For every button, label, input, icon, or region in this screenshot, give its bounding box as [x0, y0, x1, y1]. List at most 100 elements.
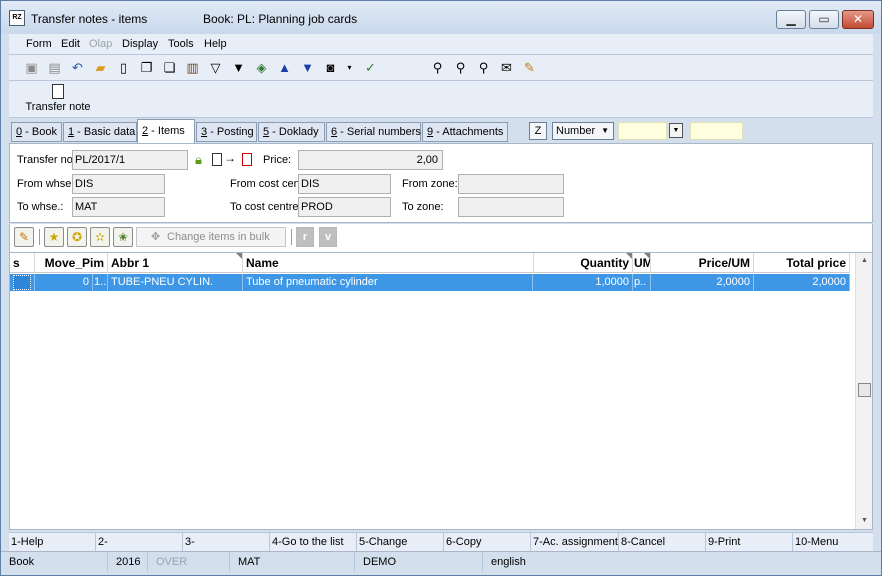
- from-zone-field[interactable]: [458, 174, 564, 194]
- minimize-button[interactable]: ▁: [776, 10, 806, 29]
- table-row[interactable]: 0 1... TUBE-PNEU CYLIN. Tube of pneumati…: [10, 274, 850, 291]
- col-um[interactable]: UM: [633, 253, 651, 273]
- search-field[interactable]: [618, 122, 667, 140]
- menu-tools[interactable]: Tools: [168, 38, 194, 50]
- new-document-icon[interactable]: ▯: [115, 59, 132, 76]
- scroll-thumb[interactable]: [858, 383, 871, 397]
- find-all-icon[interactable]: ⚲: [475, 59, 492, 76]
- col-s[interactable]: s: [10, 253, 35, 273]
- tab-book[interactable]: 0 - Book: [11, 122, 62, 142]
- menu-help[interactable]: Help: [204, 38, 227, 50]
- edit-item-button[interactable]: ✎: [14, 227, 34, 247]
- from-whse-field[interactable]: DIS: [72, 174, 165, 194]
- star-plus-icon: ✪: [71, 230, 83, 244]
- fkey-cancel[interactable]: 8-Cancel: [619, 533, 706, 552]
- fkey-2[interactable]: 2-: [96, 533, 183, 552]
- menu-bar: Form Edit Olap Display Tools Help: [9, 34, 873, 55]
- menu-edit[interactable]: Edit: [61, 38, 80, 50]
- change-items-in-bulk-button[interactable]: ✥ Change items in bulk: [136, 227, 286, 247]
- tab-posting[interactable]: 3 - Posting: [196, 122, 257, 142]
- menu-olap[interactable]: Olap: [89, 38, 112, 50]
- fkey-ac-assignment[interactable]: 7-Ac. assignment: [531, 533, 619, 552]
- z-button[interactable]: Z: [529, 122, 547, 140]
- price-field[interactable]: 2,00: [298, 150, 443, 170]
- sort-combo[interactable]: Number ▼: [552, 122, 614, 140]
- col-move-pim[interactable]: Move_Pim: [35, 253, 108, 273]
- arrow-down-icon[interactable]: ▼: [299, 59, 316, 76]
- book-icon[interactable]: ▥: [184, 59, 201, 76]
- transfer-note-button[interactable]: Transfer note: [23, 84, 93, 116]
- mail-icon[interactable]: ✉: [498, 59, 515, 76]
- stack-icon[interactable]: ◈: [253, 59, 270, 76]
- change-items-in-bulk-label: Change items in bulk: [167, 231, 270, 243]
- check-arrow-icon[interactable]: ✓: [362, 59, 379, 76]
- fkey-menu[interactable]: 10-Menu: [793, 533, 873, 552]
- camera-dropdown-icon[interactable]: ▾: [341, 59, 358, 76]
- v-button[interactable]: v: [319, 227, 337, 247]
- fkey-go-to-list[interactable]: 4-Go to the list: [270, 533, 357, 552]
- notes-icon[interactable]: ✎: [521, 59, 538, 76]
- scroll-down-icon[interactable]: ▼: [856, 513, 873, 529]
- tab-serial-numbers[interactable]: 6 - Serial numbers: [326, 122, 421, 142]
- open-folder-icon[interactable]: ▰: [92, 59, 109, 76]
- save-as-icon[interactable]: ▤: [46, 59, 63, 76]
- tab-items[interactable]: 2 - Items: [137, 119, 195, 143]
- transfer-note-field[interactable]: PL/2017/1: [72, 150, 188, 170]
- tab-doklady[interactable]: 5 - Doklady: [258, 122, 325, 142]
- copy-document-icon[interactable]: ❐: [138, 59, 155, 76]
- cell-s[interactable]: [10, 274, 35, 291]
- book-title: Book: PL: Planning job cards: [203, 12, 358, 26]
- col-price-um[interactable]: Price/UM: [651, 253, 754, 273]
- star-delete-icon: ✬: [117, 230, 129, 244]
- filter-list-icon[interactable]: ▼: [230, 59, 247, 76]
- menu-display[interactable]: Display: [122, 38, 158, 50]
- from-cost-center-label: From cost cen: [230, 178, 298, 190]
- col-abbr1[interactable]: Abbr 1: [108, 253, 243, 273]
- col-quantity[interactable]: Quantity: [533, 253, 633, 273]
- arrow-up-icon[interactable]: ▲: [276, 59, 293, 76]
- search-dropdown-icon[interactable]: ▼: [669, 123, 683, 138]
- main-window: RZ Transfer notes - items Book: PL: Plan…: [0, 0, 882, 576]
- cell-total-price: 2,0000: [754, 274, 850, 291]
- tab-basic-data[interactable]: 1 - Basic data: [63, 122, 137, 142]
- cell-um: p..: [633, 274, 651, 291]
- fkey-3[interactable]: 3-: [183, 533, 270, 552]
- to-cost-centre-field[interactable]: PROD: [298, 197, 391, 217]
- undo-icon[interactable]: ↶: [69, 59, 86, 76]
- paste-document-icon[interactable]: ❏: [161, 59, 178, 76]
- scroll-up-icon[interactable]: ▲: [856, 253, 873, 269]
- main-toolbar: ▣ ▤ ↶ ▰ ▯ ❐ ❏ ▥ ▽ ▼ ◈ ▲ ▼ ◙ ▾ ✓ ⚲ ⚲ ⚲ ✉ …: [9, 55, 873, 81]
- transfer-note-label: Transfer no: [17, 154, 72, 166]
- col-total-price[interactable]: Total price: [754, 253, 850, 273]
- fkey-copy[interactable]: 6-Copy: [444, 533, 531, 552]
- tab-attachments[interactable]: 9 - Attachments: [422, 122, 508, 142]
- close-button[interactable]: ✕: [842, 10, 874, 29]
- to-whse-field[interactable]: MAT: [72, 197, 165, 217]
- add-item-button[interactable]: ★: [44, 227, 64, 247]
- price-label: Price:: [263, 154, 292, 166]
- menu-form[interactable]: Form: [26, 38, 52, 50]
- to-zone-field[interactable]: [458, 197, 564, 217]
- maximize-button[interactable]: ▭: [809, 10, 839, 29]
- fkey-print[interactable]: 9-Print: [706, 533, 793, 552]
- title-bar[interactable]: RZ Transfer notes - items Book: PL: Plan…: [1, 1, 881, 34]
- find-next-icon[interactable]: ⚲: [452, 59, 469, 76]
- save-icon[interactable]: ▣: [23, 59, 40, 76]
- star-icon: ★: [48, 230, 60, 244]
- copy-item-button[interactable]: ✫: [90, 227, 110, 247]
- from-cost-center-field[interactable]: DIS: [298, 174, 391, 194]
- add-item-plus-button[interactable]: ✪: [67, 227, 87, 247]
- delete-item-button[interactable]: ✬: [113, 227, 133, 247]
- close-icon: ✕: [852, 12, 864, 26]
- grid-header: s Move_Pim Abbr 1 Name Quantity UM Price…: [10, 253, 850, 273]
- r-button[interactable]: r: [296, 227, 314, 247]
- camera-icon[interactable]: ◙: [322, 59, 339, 76]
- binoculars-icon[interactable]: ⚲: [429, 59, 446, 76]
- fkey-help[interactable]: 1-Help: [9, 533, 96, 552]
- bulk-change-icon: ✥: [151, 231, 161, 243]
- search-field-2[interactable]: [690, 122, 743, 140]
- row-selector[interactable]: [13, 275, 31, 290]
- vertical-scrollbar[interactable]: ▲ ▼: [855, 253, 872, 529]
- fkey-change[interactable]: 5-Change: [357, 533, 444, 552]
- filter-icon[interactable]: ▽: [207, 59, 224, 76]
